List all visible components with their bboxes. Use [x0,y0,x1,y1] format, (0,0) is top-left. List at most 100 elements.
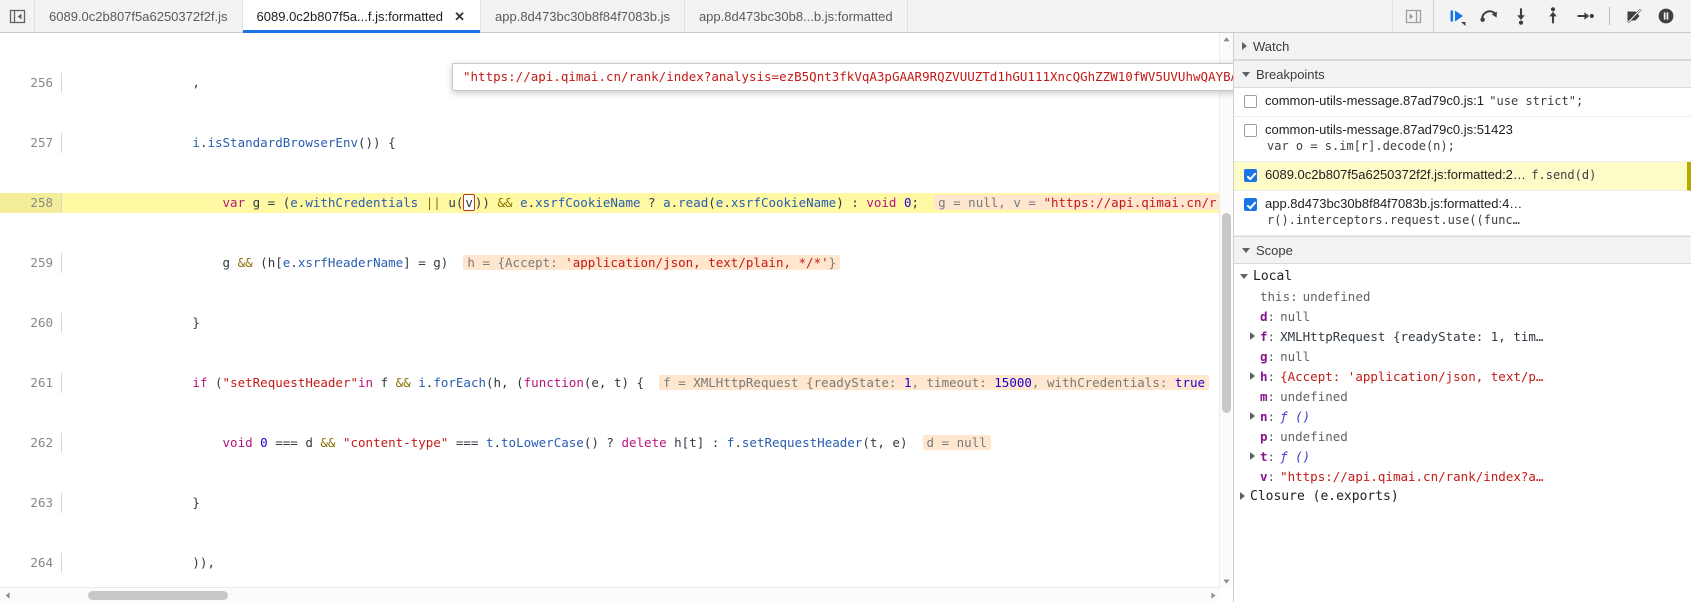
scope-section-header[interactable]: Scope [1234,236,1691,264]
colon: : [1267,368,1276,384]
breakpoint-body: common-utils-message.87ad79c0.js:51423 v… [1265,122,1683,155]
breakpoint-snippet: var o = s.im[r].decode(n); [1267,139,1455,153]
line-content: var g = (e.withCredentials || u(v)) && e… [62,193,1220,213]
line-content: } [72,495,200,510]
code-line[interactable]: 258 var g = (e.withCredentials || u(v)) … [0,193,1220,213]
tab-label: app.8d473bc30b8f84f7083b.js [495,8,670,24]
variable-name: t [1260,448,1268,464]
variable-value: null [1280,308,1311,324]
pause-on-exceptions-icon[interactable] [1651,1,1681,31]
breakpoint-snippet: f.send(d) [1531,168,1597,182]
breakpoint-checkbox[interactable] [1244,124,1257,137]
watch-section-title: Watch [1253,38,1290,54]
panel-left-icon[interactable] [0,0,35,32]
scope-variable-g: g: null [1234,346,1691,366]
variable-name: g [1260,348,1268,364]
scope-variable-this: this: undefined [1234,286,1691,306]
breakpoint-body: app.8d473bc30b8f84f7083b.js:formatted:4…… [1265,196,1683,229]
breakpoint-checkbox[interactable] [1244,169,1257,182]
variable-name: f [1260,328,1268,344]
scope-variable-t[interactable]: t: ƒ () [1234,446,1691,466]
breakpoint-item[interactable]: app.8d473bc30b8f84f7083b.js:formatted:4…… [1234,191,1691,236]
chevron-right-icon[interactable] [1250,412,1255,420]
source-tab-3[interactable]: app.8d473bc30b8...b.js:formatted [684,0,908,32]
source-tabs: 6089.0c2b807f5a6250372f2f.js 6089.0c2b80… [35,0,1392,33]
colon: : [1267,408,1276,424]
editor-vertical-scrollbar[interactable] [1219,33,1233,588]
scroll-down-icon[interactable] [1220,575,1233,588]
breakpoint-snippet: "use strict"; [1489,94,1584,108]
tab-label: app.8d473bc30b8...b.js:formatted [698,8,893,24]
chevron-right-icon[interactable] [1250,332,1255,340]
code-line[interactable]: 264 )), [0,553,1220,573]
line-number: 259 [0,253,62,273]
variable-value: undefined [1280,388,1348,404]
editor-horizontal-scrollbar[interactable] [0,587,1220,602]
breakpoint-body: common-utils-message.87ad79c0.js:1 "use … [1265,93,1683,110]
tabstrip-right-controls [1392,0,1691,32]
scope-variable-f[interactable]: f: XMLHttpRequest {readyState: 1, tim… [1234,326,1691,346]
source-tab-0[interactable]: 6089.0c2b807f5a6250372f2f.js [35,0,243,32]
code-line[interactable]: 263 } [0,493,1220,513]
breakpoint-location: common-utils-message.87ad79c0.js:1 [1265,93,1484,108]
variable-value: ƒ () [1280,408,1311,424]
vertical-scroll-thumb[interactable] [1222,213,1231,413]
line-number: 256 [0,73,62,93]
scroll-left-icon[interactable] [0,588,14,602]
code-line[interactable]: 260 } [0,313,1220,333]
horizontal-scroll-thumb[interactable] [88,591,228,600]
source-tab-1[interactable]: 6089.0c2b807f5a...f.js:formatted ✕ [242,0,482,33]
breakpoints-section-header[interactable]: Breakpoints [1234,60,1691,88]
close-icon[interactable]: ✕ [453,10,466,23]
variable-name: n [1260,408,1268,424]
colon: : [1267,308,1276,324]
variable-name: v [1260,468,1268,484]
source-code-editor[interactable]: 256 , 257 i.isStandardBrowserEnv()) { 25… [0,33,1234,602]
breakpoint-item[interactable]: common-utils-message.87ad79c0.js:51423 v… [1234,117,1691,162]
scroll-right-icon[interactable] [1206,588,1220,602]
line-number: 257 [0,133,62,153]
scope-group-local[interactable]: Local [1234,266,1691,286]
step-icon[interactable] [1570,1,1600,31]
panel-right-icon[interactable] [1392,0,1433,32]
scope-variable-n[interactable]: n: ƒ () [1234,406,1691,426]
line-number: 262 [0,433,62,453]
scroll-up-icon[interactable] [1220,33,1233,46]
scope-variable-h[interactable]: h: {Accept: 'application/json, text/p… [1234,366,1691,386]
breakpoint-checkbox[interactable] [1244,95,1257,108]
variable-name: h [1260,368,1268,384]
scope-section-title: Scope [1256,242,1293,258]
line-content: void 0 === d && "content-type" === t.toL… [62,433,991,453]
code-line[interactable]: 257 i.isStandardBrowserEnv()) { [0,133,1220,153]
variable-name: m [1260,388,1268,404]
chevron-down-icon [1242,71,1250,77]
breakpoint-location: 6089.0c2b807f5a6250372f2f.js:formatted:2… [1265,167,1526,182]
resume-icon[interactable] [1442,1,1472,31]
step-into-icon[interactable] [1506,1,1536,31]
breakpoints-section-title: Breakpoints [1256,66,1325,82]
chevron-down-icon [1240,273,1248,279]
step-out-icon[interactable] [1538,1,1568,31]
breakpoint-body: 6089.0c2b807f5a6250372f2f.js:formatted:2… [1265,167,1679,184]
breakpoint-item[interactable]: common-utils-message.87ad79c0.js:1 "use … [1234,88,1691,117]
deactivate-breakpoints-icon[interactable] [1619,1,1649,31]
scope-group-closure[interactable]: Closure (e.exports) [1234,486,1691,506]
step-over-icon[interactable] [1474,1,1504,31]
code-line[interactable]: 261 if ("setRequestHeader"in f && i.forE… [0,373,1220,393]
chevron-right-icon[interactable] [1250,452,1255,460]
variable-name: d [1260,308,1268,324]
breakpoint-location: app.8d473bc30b8f84f7083b.js:formatted:4… [1265,196,1523,211]
watch-section-header[interactable]: Watch [1234,33,1691,60]
source-tab-2[interactable]: app.8d473bc30b8f84f7083b.js [481,0,685,32]
breakpoint-checkbox[interactable] [1244,198,1257,211]
inline-value: g = null, v = "https://api.qimai.cn/r [934,195,1220,210]
breakpoint-item-active[interactable]: 6089.0c2b807f5a6250372f2f.js:formatted:2… [1234,162,1691,191]
chevron-right-icon[interactable] [1250,372,1255,380]
code-line[interactable]: 259 g && (h[e.xsrfHeaderName] = g) h = {… [0,253,1220,273]
colon: : [1267,448,1276,464]
breakpoint-snippet: r().interceptors.request.use((func… [1267,213,1520,227]
line-number: 264 [0,553,62,573]
colon: : [1267,328,1276,344]
variable-name: p [1260,428,1268,444]
code-line[interactable]: 262 void 0 === d && "content-type" === t… [0,433,1220,453]
